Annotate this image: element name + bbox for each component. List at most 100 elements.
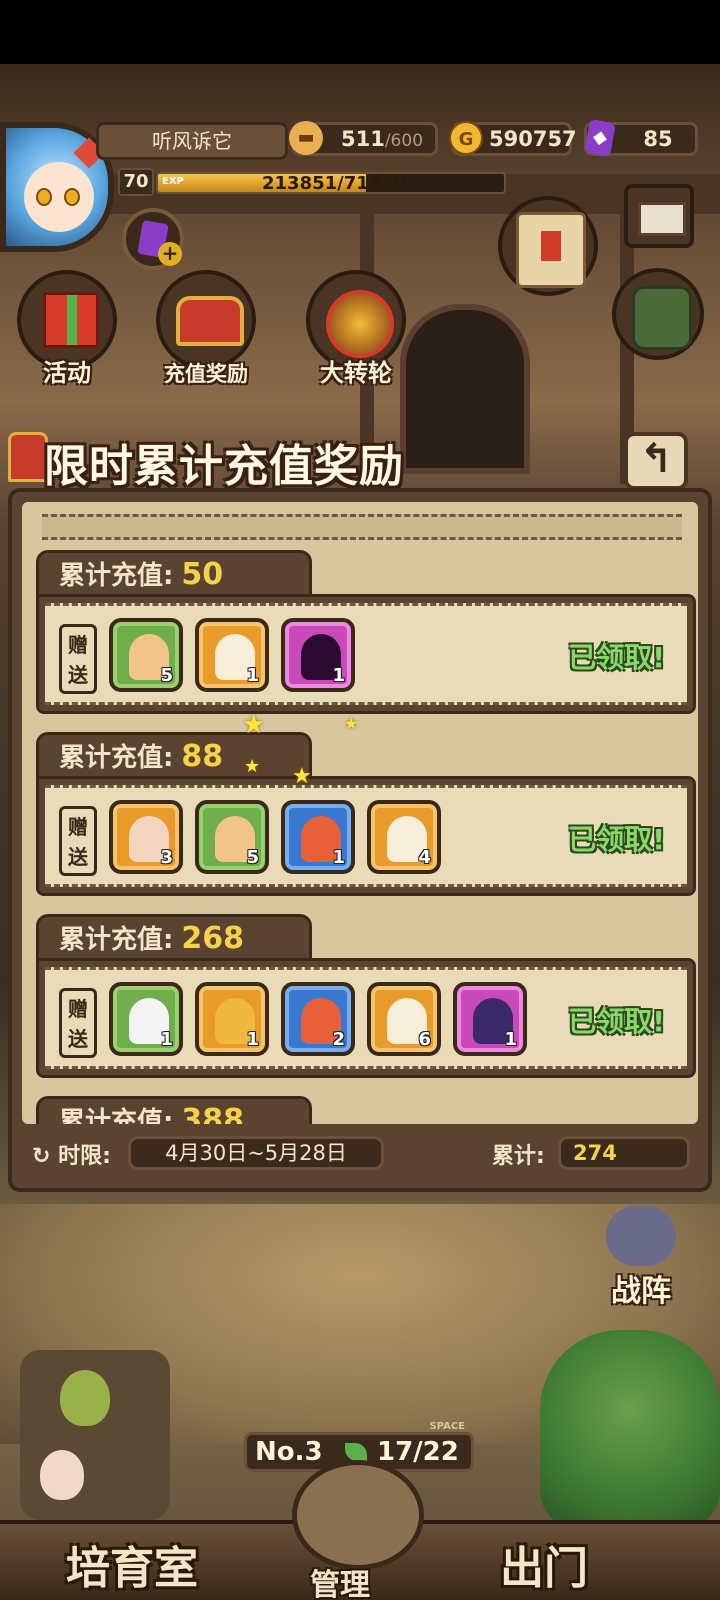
tree-decoration <box>540 1330 720 1530</box>
panel-footer: ↻ 时限: 4月30日~5月28日 累计: 274 <box>22 1130 698 1184</box>
gem-icon: ◆ <box>584 119 616 157</box>
reward-item[interactable]: 5 <box>195 800 269 874</box>
activity-button[interactable]: 活动 <box>12 270 122 387</box>
gold-coin-icon: G <box>449 121 483 155</box>
team-characters-icon <box>606 1206 676 1266</box>
gift-tag: 赠送 <box>59 624 97 694</box>
nursery-nest <box>20 1350 170 1520</box>
reward-item[interactable]: 1 <box>109 982 183 1056</box>
tier-amount: 268 <box>181 921 245 956</box>
tier-amount: 388 <box>181 1103 245 1124</box>
gift-tag: 赠送 <box>59 806 97 876</box>
sparkle-icon: ★ <box>344 714 359 733</box>
sparkle-icon: ★ <box>292 764 312 789</box>
reward-item[interactable]: 1 <box>195 618 269 692</box>
team-label: 战阵 <box>611 1274 671 1309</box>
status-bar <box>0 0 720 64</box>
go-out-button[interactable]: 出门 <box>500 1532 588 1596</box>
big-wheel-button[interactable]: 大转轮 <box>298 270 414 387</box>
reward-item[interactable]: 3 <box>109 800 183 874</box>
tier-amount: 88 <box>181 739 224 774</box>
recharge-reward-panel: 累计充值: 50 赠送 5 1 1 已领取! 累计充值: 88 赠送 3 5 1 4 已领取! 累计充值: 26… <box>8 488 712 1192</box>
leaf-icon <box>345 1443 367 1461</box>
claimed-status: 已领取! <box>568 641 665 674</box>
nursery-button[interactable]: 培育室 <box>66 1532 198 1596</box>
item-quantity: 1 <box>504 1029 517 1050</box>
reward-items: 5 1 1 <box>109 618 355 698</box>
reward-item[interactable]: 6 <box>367 982 441 1056</box>
reward-item[interactable]: 5 <box>109 618 183 692</box>
space-tag: SPACE <box>429 1421 465 1432</box>
tier-label: 累计充值: <box>59 561 174 591</box>
total-label: 累计: <box>492 1144 545 1169</box>
claimed-status: 已领取! <box>568 1005 665 1038</box>
reward-tier: 累计充值: 388 <box>36 1096 696 1124</box>
compass-wheel-icon <box>326 290 394 358</box>
stamina-counter[interactable]: ▬ 511/600 <box>289 121 438 156</box>
reward-item[interactable]: 1 <box>195 982 269 1056</box>
time-range: 4月30日~5月28日 <box>128 1136 384 1170</box>
list-top-divider <box>42 514 682 540</box>
reward-item[interactable]: 2 <box>281 982 355 1056</box>
tier-header: 累计充值: 388 <box>36 1096 312 1124</box>
team-formation-button[interactable]: 战阵 <box>586 1200 696 1310</box>
reward-item[interactable]: 4 <box>367 800 441 874</box>
plus-icon: + <box>158 242 182 266</box>
bread-icon: ▬ <box>289 121 323 155</box>
treasure-chest-icon <box>176 296 244 346</box>
gift-tag: 赠送 <box>59 988 97 1058</box>
reward-item[interactable]: 1 <box>281 618 355 692</box>
tier-card: 赠送 5 1 1 已领取! <box>45 603 687 705</box>
tier-body: 赠送 1 1 2 6 1 已领取! <box>36 958 696 1078</box>
reward-items: 3 5 1 4 <box>109 800 441 880</box>
manage-button[interactable] <box>292 1460 424 1570</box>
item-quantity: 3 <box>160 847 173 868</box>
exp-tag: EXP <box>162 176 184 187</box>
slot-number: No.3 <box>255 1437 323 1467</box>
panel-title: 限时累计充值奖励 <box>44 441 404 492</box>
stamina-max: /600 <box>384 131 424 151</box>
reward-list[interactable]: 累计充值: 50 赠送 5 1 1 已领取! 累计充值: 88 赠送 3 5 1 4 已领取! 累计充值: 26… <box>22 502 698 1124</box>
tier-body: 赠送 3 5 1 4 已领取! <box>36 776 696 896</box>
green-egg-icon <box>60 1370 110 1426</box>
tier-label: 累计充值: <box>59 925 174 955</box>
big-wheel-label: 大转轮 <box>320 359 392 387</box>
panel-header: 限时累计充值奖励 <box>0 430 720 492</box>
gift-box-icon <box>43 292 99 348</box>
item-quantity: 6 <box>418 1029 431 1050</box>
time-limit-label: ↻ 时限: <box>32 1144 111 1169</box>
tier-header: 累计充值: 268 <box>36 914 312 964</box>
item-quantity: 1 <box>160 1029 173 1050</box>
quest-scroll-button[interactable] <box>498 196 598 296</box>
gold-value: 590757 <box>489 127 577 151</box>
tier-card: 赠送 3 5 1 4 已领取! <box>45 785 687 887</box>
mail-button[interactable] <box>624 184 694 248</box>
envelope-icon <box>638 202 686 236</box>
recharge-reward-button[interactable]: 充值奖励 <box>150 270 262 386</box>
tier-label: 累计充值: <box>59 743 174 773</box>
item-quantity: 1 <box>332 847 345 868</box>
scroll-quill-icon <box>516 212 586 288</box>
reward-tier: 累计充值: 50 赠送 5 1 1 已领取! <box>36 550 696 720</box>
sparkle-icon: ★ <box>242 710 266 740</box>
reward-tier: 累计充值: 268 赠送 1 1 2 6 1 已领取! <box>36 914 696 1084</box>
item-quantity: 2 <box>332 1029 345 1050</box>
reward-items: 1 1 2 6 1 <box>109 982 527 1062</box>
gem-counter[interactable]: ◆ 85 <box>584 119 698 157</box>
reward-tier: 累计充值: 88 赠送 3 5 1 4 已领取! <box>36 732 696 902</box>
sparkle-icon: ★ <box>244 756 261 777</box>
backpack-icon <box>632 286 692 350</box>
backpack-button[interactable] <box>612 268 704 360</box>
gold-counter[interactable]: G 590757 <box>449 121 577 156</box>
claimed-status: 已领取! <box>568 823 665 856</box>
back-button[interactable]: ↰ <box>624 432 688 490</box>
tier-body: 赠送 5 1 1 已领取! <box>36 594 696 714</box>
tier-card: 赠送 1 1 2 6 1 已领取! <box>45 967 687 1069</box>
recharge-reward-label: 充值奖励 <box>164 362 248 386</box>
reward-item[interactable]: 1 <box>281 800 355 874</box>
buy-gems-button[interactable]: + <box>122 208 184 270</box>
item-quantity: 1 <box>246 665 259 686</box>
stamina-value: 511 <box>340 127 385 151</box>
reward-item[interactable]: 1 <box>453 982 527 1056</box>
item-quantity: 4 <box>418 847 431 868</box>
